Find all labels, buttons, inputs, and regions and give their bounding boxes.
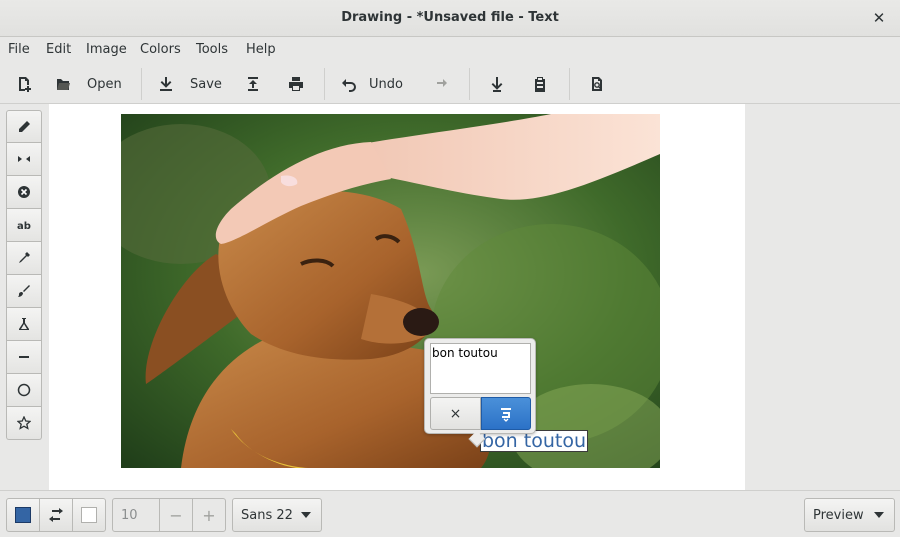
import-icon [491,77,503,92]
mirror-icon [18,156,30,162]
picker-icon [19,252,30,263]
tool-paint[interactable] [6,275,42,308]
new-file-icon [19,77,31,92]
canvas-image[interactable] [121,114,660,468]
tool-polygon[interactable] [6,407,42,440]
undo-icon [342,79,356,92]
circle-icon [17,383,31,397]
exchange-colors-button[interactable] [39,498,73,532]
svg-text:ab: ab [17,221,31,232]
main-color-swatch [15,507,31,523]
text-icon: ab [17,221,31,232]
document-search-icon [592,77,602,91]
paste-button[interactable] [532,70,548,98]
bottom-bar: 10 − + Sans 22 Preview [0,490,900,537]
save-button[interactable]: Save [158,70,222,98]
secondary-color-button[interactable] [72,498,106,532]
preview-label: Preview [813,507,864,523]
secondary-color-swatch [81,507,97,523]
menu-help[interactable]: Help [246,42,276,57]
tool-line[interactable] [6,341,42,374]
chevron-down-icon [301,512,311,518]
swap-icon [49,508,63,522]
toolbar-separator [141,68,142,100]
tool-pencil[interactable] [6,110,42,143]
redo-button[interactable] [432,70,448,98]
plus-icon: + [202,505,216,525]
menu-colors[interactable]: Colors [140,42,181,57]
size-input[interactable]: 10 [112,498,160,532]
open-icon [57,79,70,90]
close-icon[interactable]: ✕ [868,7,890,29]
print-icon [289,77,303,91]
window-title: Drawing - *Unsaved file - Text [341,10,559,25]
tools-sidebar: ab [0,104,49,490]
menu-tools[interactable]: Tools [196,42,228,57]
toolbar: Open Save Undo [0,63,900,104]
insert-text-icon [501,407,511,422]
print-button[interactable] [288,70,304,98]
insert-text-button[interactable] [481,397,531,430]
text-input[interactable] [430,343,531,394]
line-icon [19,356,29,358]
size-value: 10 [121,507,138,523]
open-button[interactable]: Open [55,70,122,98]
redo-icon [437,79,447,87]
cancel-text-button[interactable]: × [430,397,481,430]
title-bar: Drawing - *Unsaved file - Text ✕ [0,0,900,37]
brush-icon [18,285,30,297]
toolbar-separator [569,68,570,100]
menu-edit[interactable]: Edit [46,42,71,57]
font-label: Sans 22 [241,507,293,523]
erase-icon [18,186,30,198]
tool-erase[interactable] [6,176,42,209]
star-icon [17,416,31,430]
pencil-icon [19,120,30,132]
close-icon: × [449,405,462,422]
import-button[interactable] [489,70,505,98]
flask-icon [19,318,29,330]
canvas-margin [745,104,900,490]
tool-filters[interactable] [6,308,42,341]
menu-file[interactable]: File [8,42,30,57]
size-increase-button[interactable]: + [192,498,226,532]
tool-text[interactable]: ab [6,209,42,242]
menu-bar: File Edit Image Colors Tools Help [0,37,900,63]
menu-image[interactable]: Image [86,42,127,57]
dog-photo [121,114,660,468]
text-input-popover: × [424,338,536,448]
minus-icon: − [169,505,183,525]
toolbar-separator [324,68,325,100]
save-icon [160,77,172,91]
new-file-button[interactable] [16,70,32,98]
toolbar-separator [469,68,470,100]
main-color-button[interactable] [6,498,40,532]
undo-button[interactable]: Undo [341,70,403,98]
tool-transform[interactable] [6,143,42,176]
size-decrease-button[interactable]: − [159,498,193,532]
tool-shape[interactable] [6,374,42,407]
export-button[interactable] [245,70,261,98]
preview-options-button[interactable]: Preview [804,498,895,532]
save-label: Save [190,76,222,92]
export-icon [248,77,258,91]
chevron-down-icon [874,512,884,518]
undo-label: Undo [369,76,403,92]
font-options-button[interactable]: Sans 22 [232,498,322,532]
tool-color-picker[interactable] [6,242,42,275]
preview-file-button[interactable] [589,70,605,98]
clipboard-icon [535,77,545,92]
open-label: Open [87,76,122,92]
